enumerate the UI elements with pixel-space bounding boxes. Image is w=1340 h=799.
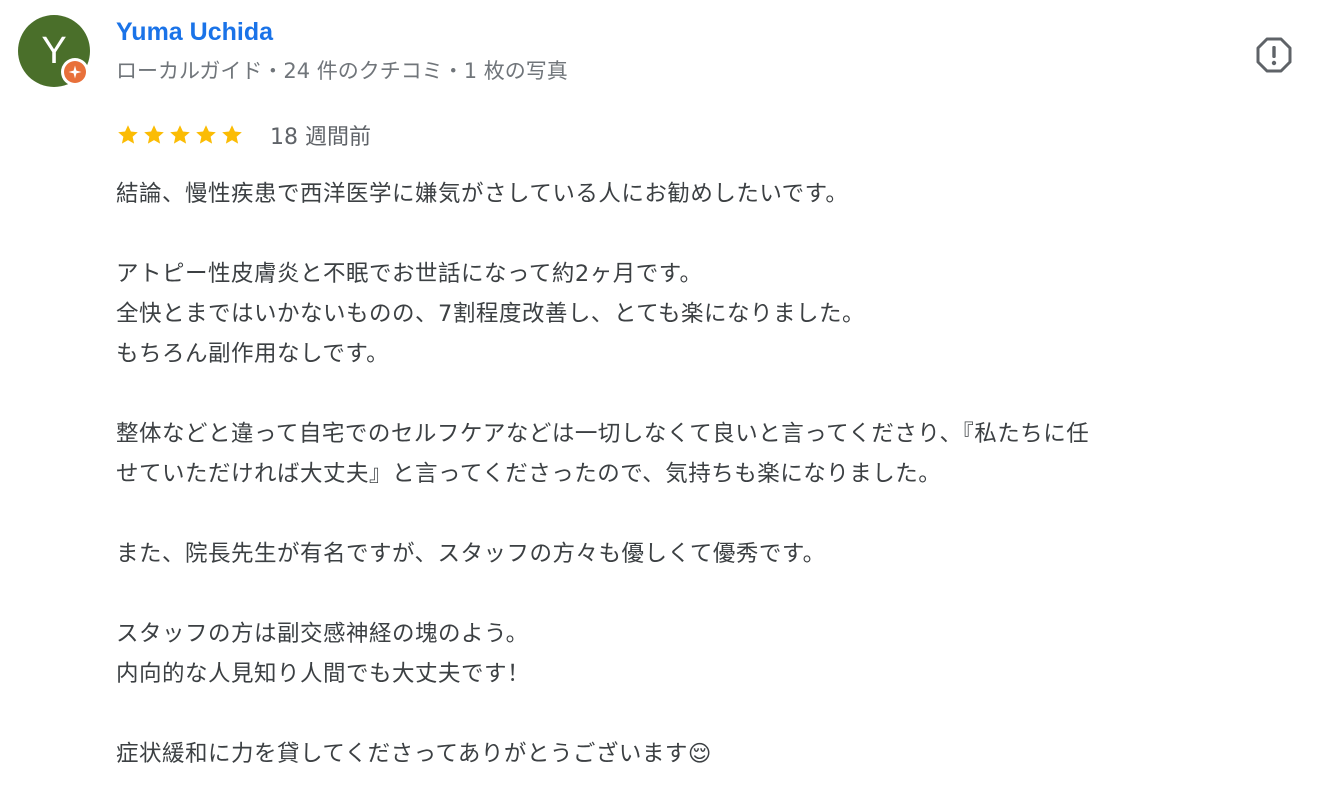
star-icon: [222, 125, 242, 144]
local-guide-star-glyph: [68, 65, 82, 79]
review-time: 18 週間前: [270, 125, 371, 150]
star-icon: [118, 125, 138, 144]
star-icon: [144, 125, 164, 144]
review-line: 結論、慢性疾患で西洋医学に嫌気がさしている人にお勧めしたいです。: [116, 181, 849, 207]
rating-row: 18 週間前: [116, 117, 371, 153]
review-line: せていただければ大丈夫』と言ってくださったので、気持ちも楽になりました。: [116, 461, 942, 487]
review-line: 整体などと違って自宅でのセルフケアなどは一切しなくて良いと言ってくださり、『私た…: [116, 421, 1090, 447]
review-paragraph: また、院長先生が有名ですが、スタッフの方々も優しくて優秀です。: [116, 534, 1326, 574]
star-rating: [116, 123, 244, 147]
local-guide-star-icon: [64, 61, 86, 83]
review-paragraph: 結論、慢性疾患で西洋医学に嫌気がさしている人にお勧めしたいです。: [116, 174, 1326, 214]
report-button[interactable]: [1252, 33, 1296, 77]
reviewer-name[interactable]: Yuma Uchida: [116, 18, 273, 47]
star-icon: [196, 125, 216, 144]
report-flag-icon: [1256, 37, 1292, 73]
review-line: スタッフの方は副交感神経の塊のよう。: [116, 621, 529, 647]
review-paragraph: 症状緩和に力を貸してくださってありがとうございます😌: [116, 734, 1326, 774]
reviewer-meta: ローカルガイド・24 件のクチコミ・1 枚の写真: [116, 59, 568, 83]
review-line: 全快とまではいかないものの、7割程度改善し、とても楽になりました。: [116, 301, 866, 327]
review-paragraph: 整体などと違って自宅でのセルフケアなどは一切しなくて良いと言ってくださり、『私た…: [116, 414, 1326, 494]
review-line: また、院長先生が有名ですが、スタッフの方々も優しくて優秀です。: [116, 541, 826, 567]
review-card: Y Yuma Uchida ローカルガイド・24 件のクチコミ・1 枚の写真 1…: [0, 0, 1340, 799]
review-line: 症状緩和に力を貸してくださってありがとうございます😌: [116, 741, 712, 767]
review-line: アトピー性皮膚炎と不眠でお世話になって約2ヶ月です。: [116, 261, 703, 287]
review-line: 内向的な人見知り人間でも大丈夫です！: [116, 661, 531, 687]
star-icon: [170, 125, 190, 144]
review-line: もちろん副作用なしです。: [116, 341, 390, 367]
review-paragraph: スタッフの方は副交感神経の塊のよう。 内向的な人見知り人間でも大丈夫です！: [116, 614, 1326, 694]
review-text: 結論、慢性疾患で西洋医学に嫌気がさしている人にお勧めしたいです。 アトピー性皮膚炎…: [116, 174, 1326, 774]
review-paragraph: アトピー性皮膚炎と不眠でお世話になって約2ヶ月です。全快とまではいかないものの、…: [116, 254, 1326, 374]
local-guide-badge: [61, 58, 89, 86]
